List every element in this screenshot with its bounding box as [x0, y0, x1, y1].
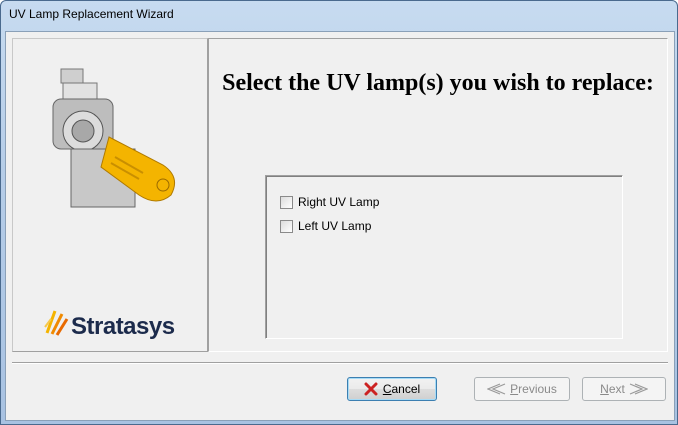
- left-uv-lamp-label: Left UV Lamp: [298, 219, 372, 233]
- next-access-key: N: [600, 382, 609, 396]
- right-uv-lamp-checkbox[interactable]: [280, 195, 293, 209]
- previous-button[interactable]: Previous: [474, 377, 570, 401]
- window-title: UV Lamp Replacement Wizard: [9, 7, 174, 21]
- stratasys-logo-icon: [44, 310, 69, 336]
- wizard-client-area: Stratasys Select the UV lamp(s) you wish…: [5, 31, 675, 421]
- right-uv-lamp-label: Right UV Lamp: [298, 195, 380, 209]
- double-chevron-right-icon: [629, 383, 648, 395]
- double-chevron-left-icon: [487, 383, 506, 395]
- title-bar[interactable]: UV Lamp Replacement Wizard: [1, 1, 677, 31]
- stratasys-logo-text: Stratasys: [71, 313, 175, 340]
- left-uv-lamp-option[interactable]: Left UV Lamp: [280, 219, 371, 233]
- side-panel: Stratasys: [12, 38, 208, 352]
- right-uv-lamp-option[interactable]: Right UV Lamp: [280, 195, 379, 209]
- footer-separator: [12, 362, 668, 364]
- lamp-selection-group: Right UV Lamp Left UV Lamp: [265, 175, 623, 339]
- next-label: ext: [608, 382, 625, 396]
- cancel-button[interactable]: Cancel: [347, 377, 437, 401]
- next-button[interactable]: Next: [582, 377, 666, 401]
- red-x-icon: [364, 382, 378, 396]
- main-panel: Select the UV lamp(s) you wish to replac…: [208, 38, 668, 352]
- cancel-label: ancel: [391, 382, 421, 396]
- previous-label: revious: [518, 382, 557, 396]
- previous-access-key: P: [510, 382, 519, 396]
- wizard-window: UV Lamp Replacement Wizard Stratasys Sel…: [0, 0, 678, 425]
- page-heading: Select the UV lamp(s) you wish to replac…: [222, 70, 654, 96]
- left-uv-lamp-checkbox[interactable]: [280, 219, 293, 233]
- uv-lamp-assembly-icon: [52, 68, 176, 208]
